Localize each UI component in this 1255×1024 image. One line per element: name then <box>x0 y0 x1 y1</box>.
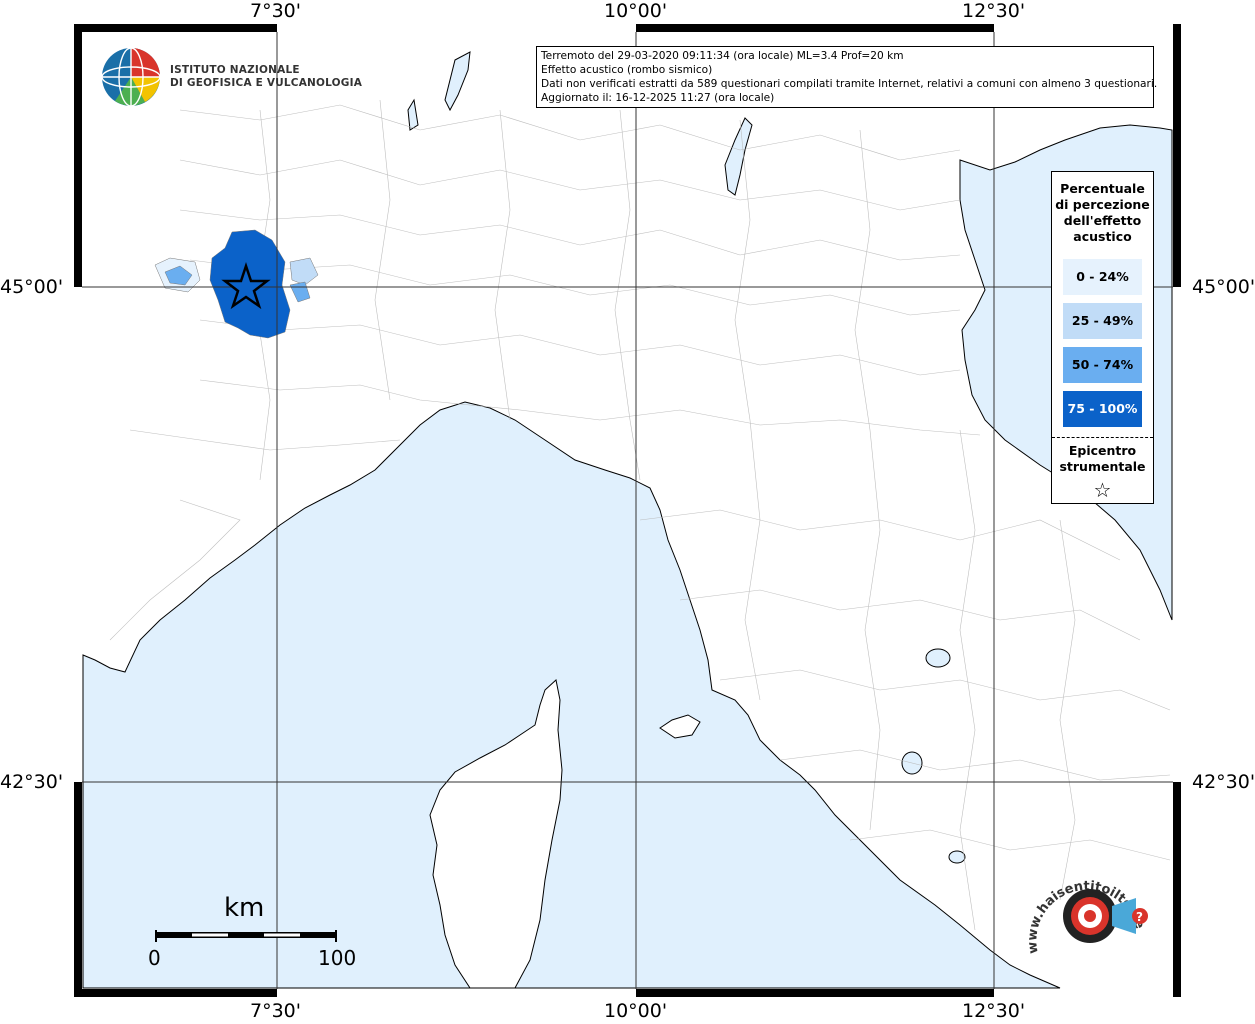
lon-label-top-2: 10°00' <box>604 0 668 22</box>
lon-label-top-1: 7°30' <box>250 0 301 22</box>
svg-text:?: ? <box>1136 910 1143 924</box>
legend-separator <box>1052 437 1153 438</box>
lon-label-bottom-1: 7°30' <box>250 1000 301 1022</box>
ingv-line-1: ISTITUTO NAZIONALE <box>170 64 300 76</box>
star-icon: ☆ <box>1093 478 1112 502</box>
legend-epicenter-line-1: Epicentro <box>1068 443 1137 458</box>
legend-epicenter-label: Epicentro strumentale <box>1052 443 1153 475</box>
ingv-line-2: DI GEOFISICA E VULCANOLOGIA <box>170 77 363 89</box>
legend-title-line-3: dell'effetto <box>1063 213 1142 228</box>
event-info-line-1: Terremoto del 29-03-2020 09:11:34 (ora l… <box>541 50 904 62</box>
ingv-globe-icon <box>101 47 161 107</box>
lat-label-right-1: 45°00' <box>1192 276 1255 298</box>
lon-label-bottom-2: 10°00' <box>604 1000 668 1022</box>
event-info-line-4: Aggiornato il: 16-12-2025 11:27 (ora loc… <box>541 92 775 104</box>
scale-min-label: 0 <box>148 946 161 970</box>
legend: Percentuale di percezione dell'effetto a… <box>1051 171 1154 504</box>
event-info-line-2: Effetto acustico (rombo sismico) <box>541 64 713 76</box>
legend-class-4: 75 - 100% <box>1063 391 1142 427</box>
event-info-line-3: Dati non verificati estratti da 589 ques… <box>541 78 1158 90</box>
legend-class-3: 50 - 74% <box>1063 347 1142 383</box>
legend-title: Percentuale di percezione dell'effetto a… <box>1052 181 1153 245</box>
lat-label-left-2: 42°30' <box>0 771 64 793</box>
event-info-box: Terremoto del 29-03-2020 09:11:34 (ora l… <box>536 46 1158 108</box>
lat-label-right-2: 42°30' <box>1192 771 1255 793</box>
lon-label-bottom-3: 12°30' <box>962 1000 1026 1022</box>
legend-class-2: 25 - 49% <box>1063 303 1142 339</box>
scale-max-label: 100 <box>318 946 357 970</box>
ingv-wordmark: ISTITUTO NAZIONALE DI GEOFISICA E VULCAN… <box>170 64 362 90</box>
legend-title-line-2: di percezione <box>1055 197 1150 212</box>
legend-class-1: 0 - 24% <box>1063 259 1142 295</box>
legend-title-line-1: Percentuale <box>1060 181 1145 196</box>
lat-label-left-1: 45°00' <box>0 276 64 298</box>
legend-epicenter-line-2: strumentale <box>1059 459 1146 474</box>
haisentito-logo-icon: www.haisentitoilterremoto.it ? <box>1008 858 1148 955</box>
legend-title-line-4: acustico <box>1073 229 1132 244</box>
lon-label-top-3: 12°30' <box>962 0 1026 22</box>
